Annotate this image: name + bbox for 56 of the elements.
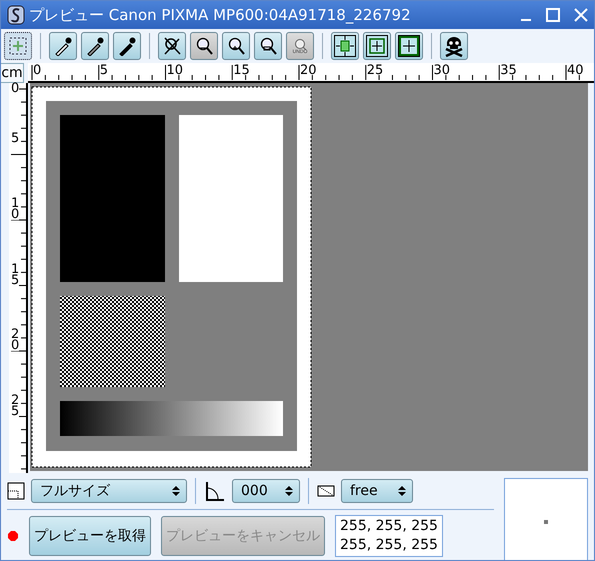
ruler-label: 10 [11,198,20,220]
ruler-label: 25 [366,64,384,78]
zoom-in-button[interactable] [222,32,250,60]
frame-icon [398,35,420,57]
pipette-icon [117,36,137,56]
ruler-label: 15 [233,64,250,78]
ruler-label: 25 [11,394,20,416]
pipette-icon [53,36,73,56]
zoom-icon [292,38,308,50]
pipette-button[interactable] [49,32,77,60]
close-icon[interactable] [574,8,588,22]
window-title: プレビュー Canon PIXMA MP600:04A91718_226792 [29,6,412,24]
ruler-label: 5 [100,64,108,78]
size-dropdown[interactable]: フルサイズ [31,479,187,503]
frame-icon [334,35,356,57]
ruler-label: 5 [11,132,20,144]
maximize-icon[interactable] [546,8,560,22]
rotation-icon [204,480,226,502]
magnifier-icon [194,36,214,56]
select-visible-button[interactable] [363,32,391,60]
select-icon [9,37,27,55]
pipette-button[interactable] [81,32,109,60]
pipette-icon [85,36,105,56]
ruler-label: 15 [11,264,20,286]
zoom-area-button[interactable] [254,32,282,60]
skull-icon [443,35,465,57]
aspect-icon [317,484,335,498]
spinner-icon [285,485,293,497]
ruler-label: 0 [33,64,42,78]
ruler-label: 20 [300,64,317,78]
ruler-label: 35 [500,64,517,78]
pixel-value: 255, 255, 255 [340,517,438,536]
ruler-label: 40 [567,64,584,78]
size-icon [7,482,25,500]
unit-label: cm [1,63,24,83]
ruler-label: 10 [166,64,184,78]
spinner-icon [398,485,406,497]
ruler-label: 30 [434,64,450,78]
aspect-dropdown[interactable]: free [341,479,413,503]
delete-images-button[interactable] [440,32,468,60]
rotation-dropdown[interactable]: 000 [232,479,300,503]
pipette-button[interactable] [113,32,141,60]
select-button[interactable] [4,32,32,60]
magnifier-icon [226,36,246,56]
zoom-icon [162,36,182,56]
frame-icon [366,35,388,57]
ruler-label: 20 [11,329,20,351]
acquire-preview-button[interactable]: プレビューを取得 [29,516,151,556]
ruler-label: 0 [11,83,20,94]
spinner-icon [172,485,180,497]
autoselect-button[interactable] [331,32,359,60]
app-icon [7,5,25,25]
select-all-button[interactable] [395,32,423,60]
pixel-value: 255, 255, 255 [340,536,438,555]
zoom-none-button[interactable] [158,32,186,60]
magnifier-icon [258,36,278,56]
